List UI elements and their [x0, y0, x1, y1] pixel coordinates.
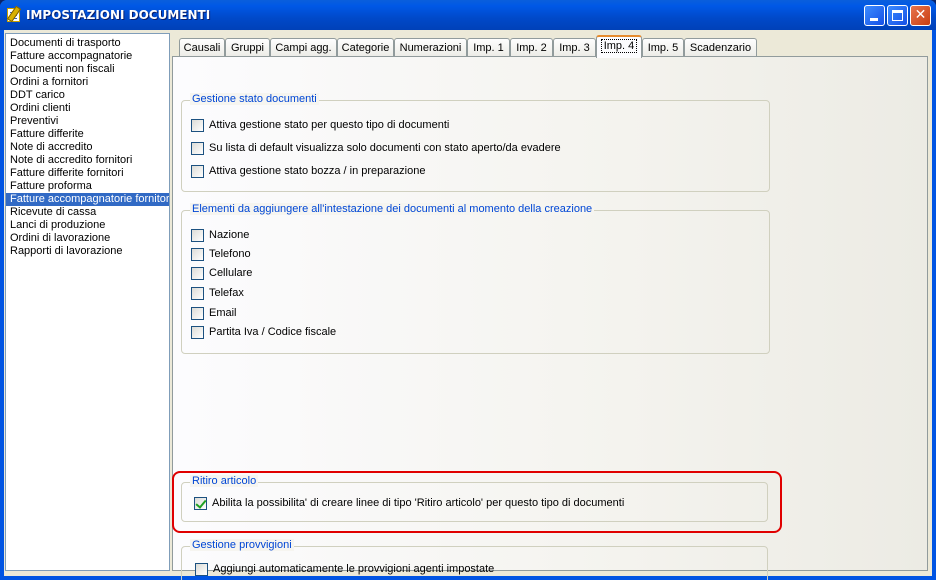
tab-imp-4[interactable]: Imp. 4	[596, 35, 642, 58]
list-item[interactable]: Ricevute di cassa	[6, 206, 169, 219]
checkbox-box[interactable]	[191, 119, 204, 132]
tab-imp-3[interactable]: Imp. 3	[553, 38, 596, 57]
minimize-icon	[870, 18, 878, 21]
checkbox-box[interactable]	[191, 165, 204, 178]
tab-categorie[interactable]: Categorie	[337, 38, 394, 57]
list-item[interactable]: DDT carico	[6, 89, 169, 102]
tab-numerazioni[interactable]: Numerazioni	[394, 38, 467, 57]
checkbox-label: Aggiungi automaticamente le provvigioni …	[213, 563, 495, 575]
checkbox-label: Partita Iva / Codice fiscale	[209, 326, 337, 338]
list-item[interactable]: Fatture differite fornitori	[6, 167, 169, 180]
checkbox-box[interactable]	[191, 307, 204, 320]
checkbox-label: Email	[209, 307, 237, 319]
title-bar[interactable]: IMPOSTAZIONI DOCUMENTI ✕	[0, 0, 936, 30]
checkbox-box[interactable]	[191, 248, 204, 261]
checkbox-box[interactable]	[191, 287, 204, 300]
checkbox-label: Su lista di default visualizza solo docu…	[209, 142, 561, 154]
tab-imp-2[interactable]: Imp. 2	[510, 38, 553, 57]
list-item[interactable]: Ordini a fornitori	[6, 76, 169, 89]
group-provvigioni: Gestione provvigioni Aggiungi automatica…	[181, 539, 768, 580]
group-title: Gestione stato documenti	[190, 93, 319, 105]
group-title: Gestione provvigioni	[190, 539, 294, 551]
list-item[interactable]: Documenti non fiscali	[6, 63, 169, 76]
list-item[interactable]: Ordini clienti	[6, 102, 169, 115]
list-item[interactable]: Note di accredito fornitori	[6, 154, 169, 167]
checkbox-box[interactable]	[191, 142, 204, 155]
group-title: Elementi da aggiungere all'intestazione …	[190, 203, 595, 215]
checkbox-box[interactable]	[191, 326, 204, 339]
maximize-button[interactable]	[887, 5, 908, 26]
list-item[interactable]: Note di accredito	[6, 141, 169, 154]
minimize-button[interactable]	[864, 5, 885, 26]
checkbox-label: Telefax	[209, 287, 244, 299]
tab-causali[interactable]: Causali	[179, 38, 225, 57]
list-item[interactable]: Fatture accompagnatorie	[6, 50, 169, 63]
red-highlight-annotation	[172, 471, 782, 533]
checkbox-label: Attiva gestione stato per questo tipo di…	[209, 119, 450, 131]
list-item[interactable]: Lanci di produzione	[6, 219, 169, 232]
checkbox-label: Telefono	[209, 248, 251, 260]
list-item-selected[interactable]: Fatture accompagnatorie fornitori	[6, 193, 169, 206]
list-item[interactable]: Fatture differite	[6, 128, 169, 141]
tab-scadenzario[interactable]: Scadenzario	[684, 38, 757, 57]
document-type-list[interactable]: Documenti di trasporto Fatture accompagn…	[5, 33, 170, 571]
maximize-icon	[892, 10, 903, 21]
checkbox-box[interactable]	[195, 563, 208, 576]
window-client-area: Documenti di trasporto Fatture accompagn…	[4, 30, 932, 580]
tab-gruppi[interactable]: Gruppi	[225, 38, 270, 57]
group-intestazione: Elementi da aggiungere all'intestazione …	[181, 203, 770, 354]
list-item[interactable]: Ordini di lavorazione	[6, 232, 169, 245]
settings-window: IMPOSTAZIONI DOCUMENTI ✕ Documenti di tr…	[0, 0, 936, 580]
checkbox-box[interactable]	[191, 229, 204, 242]
close-button[interactable]: ✕	[910, 5, 931, 26]
group-gestione-stato: Gestione stato documenti Attiva gestione…	[181, 93, 770, 192]
list-item[interactable]: Fatture proforma	[6, 180, 169, 193]
close-icon: ✕	[914, 7, 927, 23]
tab-strip: Causali Gruppi Campi agg. Categorie Nume…	[176, 35, 926, 58]
window-title: IMPOSTAZIONI DOCUMENTI	[26, 8, 211, 22]
checkbox-label: Cellulare	[209, 267, 253, 279]
checkbox-label: Attiva gestione stato bozza / in prepara…	[209, 165, 426, 177]
document-pencil-icon	[7, 8, 20, 22]
tab-campi-agg[interactable]: Campi agg.	[270, 38, 337, 57]
checkbox-box[interactable]	[191, 267, 204, 280]
tab-imp-1[interactable]: Imp. 1	[467, 38, 510, 57]
list-item[interactable]: Documenti di trasporto	[6, 37, 169, 50]
list-item[interactable]: Rapporti di lavorazione	[6, 245, 169, 258]
tab-imp-5[interactable]: Imp. 5	[642, 38, 684, 57]
list-item[interactable]: Preventivi	[6, 115, 169, 128]
checkbox-label: Nazione	[209, 229, 250, 241]
